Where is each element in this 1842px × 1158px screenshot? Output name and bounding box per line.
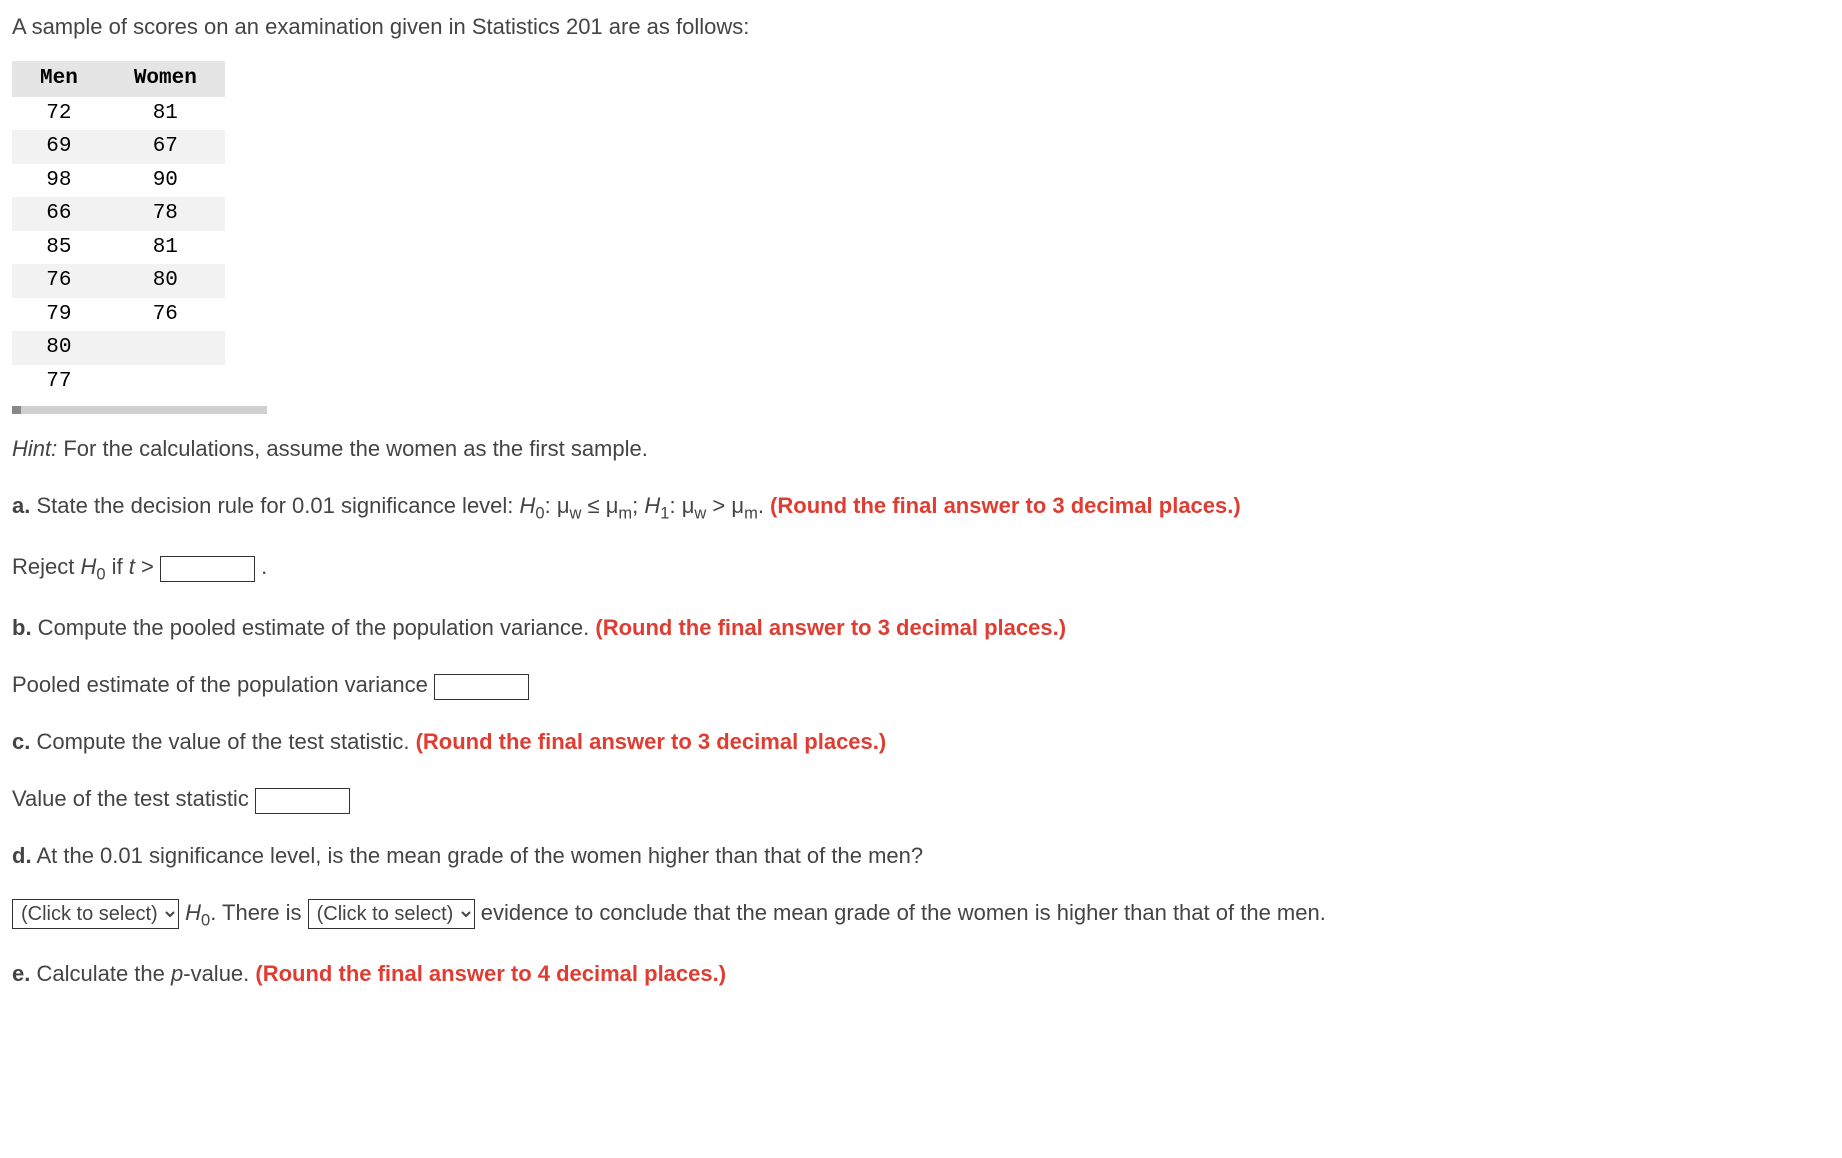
qa-h1-m: m <box>744 504 758 522</box>
qa-h0-colon: : μ <box>545 493 570 518</box>
qa-ans-period: . <box>255 554 267 579</box>
table-row: 6967 <box>12 130 225 164</box>
table-scrollbar[interactable] <box>12 406 267 414</box>
scrollbar-thumb[interactable] <box>12 406 21 414</box>
qa-ans-h: H <box>80 554 96 579</box>
table-cell: 76 <box>12 264 106 298</box>
question-e: e. Calculate the p-value. (Round the fin… <box>12 957 1830 990</box>
qa-h0-h: H <box>520 493 536 518</box>
qc-prefix: Value of the test statistic <box>12 786 255 811</box>
qa-h0-w: w <box>570 504 582 522</box>
qc-input[interactable] <box>255 788 350 814</box>
table-cell <box>106 365 225 399</box>
qa-ans-if: if <box>106 554 129 579</box>
qd-answer-line: (Click to select) H0. There is (Click to… <box>12 896 1830 933</box>
qc-text: Compute the value of the test statistic. <box>30 729 415 754</box>
qa-ans-sub: 0 <box>96 566 105 584</box>
qa-input[interactable] <box>160 556 255 582</box>
question-a: a. State the decision rule for 0.01 sign… <box>12 489 1830 526</box>
hint-line: Hint: For the calculations, assume the w… <box>12 432 1830 465</box>
qe-text2: -value. <box>183 961 255 986</box>
qa-h0-m: m <box>618 504 632 522</box>
table-cell: 78 <box>106 197 225 231</box>
qd-label: d. <box>12 843 32 868</box>
table-cell: 80 <box>12 331 106 365</box>
qa-label: a. <box>12 493 30 518</box>
qa-reject: Reject <box>12 554 80 579</box>
qa-ans-gt: > <box>135 554 160 579</box>
table-cell: 77 <box>12 365 106 399</box>
qc-note: (Round the final answer to 3 decimal pla… <box>416 729 887 754</box>
hint-text: For the calculations, assume the women a… <box>57 436 648 461</box>
table-row: 8581 <box>12 231 225 265</box>
qd-h0-sub: 0 <box>201 912 210 930</box>
header-men: Men <box>12 61 106 97</box>
qd-h0-h: H <box>179 900 201 925</box>
qb-prefix: Pooled estimate of the population varian… <box>12 672 434 697</box>
qd-select-1[interactable]: (Click to select) <box>12 899 179 929</box>
qb-note: (Round the final answer to 3 decimal pla… <box>595 615 1066 640</box>
table-cell: 81 <box>106 97 225 131</box>
qa-h1-h: H <box>644 493 660 518</box>
qb-input[interactable] <box>434 674 529 700</box>
table-row: 7680 <box>12 264 225 298</box>
qe-text: Calculate the <box>30 961 171 986</box>
qa-h0-sub: 0 <box>535 504 544 522</box>
question-b: b. Compute the pooled estimate of the po… <box>12 611 1830 644</box>
scores-table: Men Women 728169679890667885817680797680… <box>12 61 225 398</box>
question-d: d. At the 0.01 significance level, is th… <box>12 839 1830 872</box>
qb-label: b. <box>12 615 32 640</box>
table-cell: 66 <box>12 197 106 231</box>
table-cell: 85 <box>12 231 106 265</box>
table-cell: 80 <box>106 264 225 298</box>
intro-text: A sample of scores on an examination giv… <box>12 10 1830 43</box>
table-cell: 67 <box>106 130 225 164</box>
table-row: 80 <box>12 331 225 365</box>
qa-note: (Round the final answer to 3 decimal pla… <box>770 493 1241 518</box>
qc-answer-line: Value of the test statistic <box>12 782 1830 815</box>
table-cell: 81 <box>106 231 225 265</box>
qd-text: At the 0.01 significance level, is the m… <box>32 843 924 868</box>
qa-text: State the decision rule for 0.01 signifi… <box>30 493 519 518</box>
table-cell: 90 <box>106 164 225 198</box>
qa-answer-line: Reject H0 if t > . <box>12 550 1830 587</box>
qa-end: . <box>758 493 770 518</box>
question-c: c. Compute the value of the test statist… <box>12 725 1830 758</box>
qc-label: c. <box>12 729 30 754</box>
qb-answer-line: Pooled estimate of the population varian… <box>12 668 1830 701</box>
table-row: 77 <box>12 365 225 399</box>
qe-note: (Round the final answer to 4 decimal pla… <box>255 961 726 986</box>
qe-label: e. <box>12 961 30 986</box>
qa-h1-op: > μ <box>706 493 744 518</box>
table-cell: 98 <box>12 164 106 198</box>
qa-h1-colon: : μ <box>669 493 694 518</box>
qd-middle: . There is <box>210 900 307 925</box>
table-cell: 79 <box>12 298 106 332</box>
table-cell: 69 <box>12 130 106 164</box>
qd-select-2[interactable]: (Click to select) <box>308 899 475 929</box>
table-row: 7976 <box>12 298 225 332</box>
qb-text: Compute the pooled estimate of the popul… <box>32 615 596 640</box>
table-row: 7281 <box>12 97 225 131</box>
header-women: Women <box>106 61 225 97</box>
qa-h1-w: w <box>694 504 706 522</box>
qd-suffix: evidence to conclude that the mean grade… <box>475 900 1326 925</box>
table-cell: 76 <box>106 298 225 332</box>
table-cell: 72 <box>12 97 106 131</box>
table-row: 9890 <box>12 164 225 198</box>
hint-label: Hint: <box>12 436 57 461</box>
qa-h0-op: ≤ μ <box>581 493 618 518</box>
table-header-row: Men Women <box>12 61 225 97</box>
qa-sep: ; <box>632 493 644 518</box>
table-row: 6678 <box>12 197 225 231</box>
table-cell <box>106 331 225 365</box>
qe-p: p <box>171 961 183 986</box>
